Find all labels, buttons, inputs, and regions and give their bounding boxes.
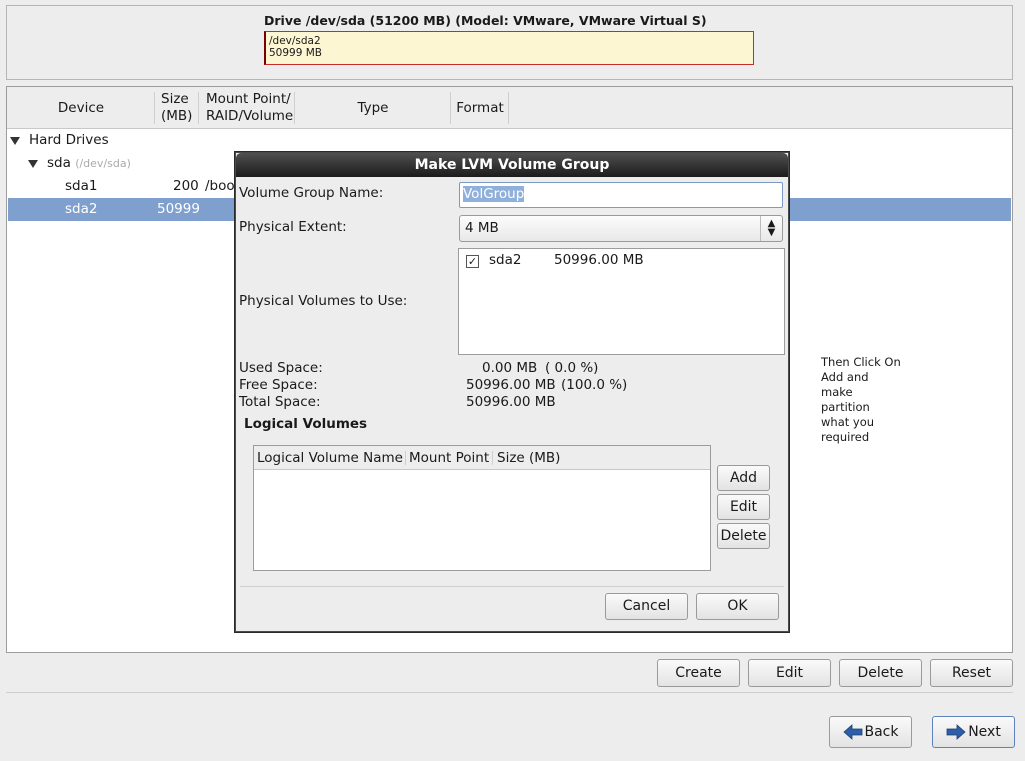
dialog-title: Make LVM Volume Group xyxy=(236,153,788,177)
lv-header-mount[interactable]: Mount Point xyxy=(406,446,493,470)
total-space-value: 50996.00 MB xyxy=(466,394,556,410)
column-header-format[interactable]: Format xyxy=(451,87,509,129)
lv-edit-button[interactable]: Edit xyxy=(717,494,770,520)
free-space-label: Free Space: xyxy=(239,377,318,393)
logical-volumes-heading: Logical Volumes xyxy=(244,416,368,432)
tree-row-sda2-device[interactable]: sda2 xyxy=(65,201,97,217)
column-header-size[interactable]: Size (MB) xyxy=(155,87,199,129)
free-space-value: 50996.00 MB xyxy=(466,377,556,393)
lvm-dialog: Make LVM Volume Group Volume Group Name:… xyxy=(235,152,789,632)
lv-header-name[interactable]: Logical Volume Name xyxy=(254,446,406,470)
volume-group-name-label: Volume Group Name: xyxy=(239,185,384,201)
dialog-separator xyxy=(240,586,784,587)
used-space-label: Used Space: xyxy=(239,360,323,376)
next-button[interactable]: Next xyxy=(932,716,1015,748)
tree-row-sda1-size: 200 xyxy=(173,178,199,194)
column-header-filler xyxy=(509,87,1012,129)
pv-sda2-checkbox[interactable]: ✓ xyxy=(466,255,479,268)
column-header-mount-point[interactable]: Mount Point/ RAID/Volume xyxy=(199,87,295,129)
next-arrow-icon xyxy=(946,724,966,740)
physical-volumes-list[interactable]: ✓ sda2 50996.00 MB xyxy=(458,248,785,355)
free-space-percent: (100.0 %) xyxy=(561,377,628,393)
tree-hard-drives[interactable]: Hard Drives xyxy=(29,132,109,148)
partition-bar-sda2[interactable]: /dev/sda2 50999 MB xyxy=(264,31,754,65)
expander-triangle-icon[interactable] xyxy=(10,137,20,145)
physical-extent-select[interactable]: 4 MB ▲ ▼ xyxy=(459,215,783,242)
pv-name: sda2 xyxy=(489,252,522,268)
edit-button[interactable]: Edit xyxy=(748,659,831,687)
lv-header-size[interactable]: Size (MB) xyxy=(493,446,710,470)
lv-delete-button[interactable]: Delete xyxy=(717,523,770,549)
back-arrow-icon xyxy=(842,724,862,740)
column-header-type[interactable]: Type xyxy=(295,87,451,129)
hint-note: Then Click On Add and make partition wha… xyxy=(821,355,901,444)
physical-extent-label: Physical Extent: xyxy=(239,219,347,235)
delete-button[interactable]: Delete xyxy=(839,659,922,687)
drive-title: Drive /dev/sda (51200 MB) (Model: VMware… xyxy=(264,13,707,28)
partition-bar-size: 50999 MB xyxy=(269,47,323,59)
pv-size: 50996.00 MB xyxy=(554,252,644,268)
lv-add-button[interactable]: Add xyxy=(717,465,770,491)
expander-triangle-icon[interactable] xyxy=(28,160,38,168)
total-space-label: Total Space: xyxy=(239,394,321,410)
create-button[interactable]: Create xyxy=(657,659,740,687)
tree-row-sda1-mount: /boo xyxy=(205,178,235,194)
reset-button[interactable]: Reset xyxy=(930,659,1013,687)
used-space-percent: ( 0.0 %) xyxy=(545,360,599,376)
volume-group-name-input[interactable]: VolGroup xyxy=(459,182,783,208)
cancel-button[interactable]: Cancel xyxy=(605,593,688,620)
used-space-value: 0.00 MB xyxy=(482,360,538,376)
tree-sda[interactable]: sda (/dev/sda) xyxy=(47,155,131,171)
tree-row-sda1-device[interactable]: sda1 xyxy=(65,178,97,194)
back-button[interactable]: Back xyxy=(829,716,912,748)
partition-bar-name: /dev/sda2 xyxy=(269,35,321,47)
column-header-device[interactable]: Device xyxy=(7,87,155,129)
physical-volumes-label: Physical Volumes to Use: xyxy=(239,293,408,309)
logical-volumes-table[interactable]: Logical Volume Name Mount Point Size (MB… xyxy=(253,445,711,571)
ok-button[interactable]: OK xyxy=(696,593,779,620)
tree-row-sda2-size: 50999 xyxy=(157,201,200,217)
updown-chevron-icon: ▲ ▼ xyxy=(760,216,782,241)
separator xyxy=(6,692,1013,693)
